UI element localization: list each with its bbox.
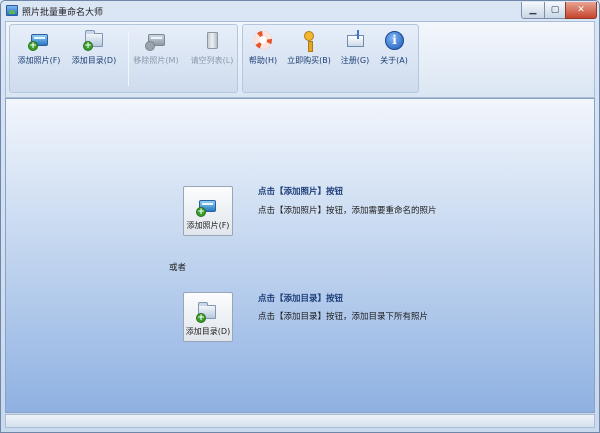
remove-photo-button[interactable]: 移除照片(M) xyxy=(130,29,182,71)
buy-now-button[interactable]: 立即购买(B) xyxy=(285,29,333,71)
mail-icon xyxy=(344,29,366,51)
add-photo-label: 添加照片(F) xyxy=(17,56,61,65)
trash-can-icon xyxy=(201,29,223,51)
minimize-button[interactable]: ▁ xyxy=(521,2,545,19)
app-logo-icon xyxy=(6,5,18,16)
about-label: 关于(A) xyxy=(380,56,408,65)
folder-plus-icon: + xyxy=(83,29,105,51)
help-button[interactable]: 帮助(H) xyxy=(247,29,279,71)
help-label: 帮助(H) xyxy=(248,56,278,65)
add-directory-big-label: 添加目录(D) xyxy=(185,327,231,336)
add-directory-big-button[interactable]: + 添加目录(D) xyxy=(183,292,233,342)
register-button[interactable]: 注册(G) xyxy=(339,29,371,71)
key-icon xyxy=(298,29,320,52)
photo-card-plus-icon: + xyxy=(28,29,50,51)
title-bar[interactable]: 照片批量重命名大师 ▁ ▢ ✕ xyxy=(1,1,599,21)
close-button[interactable]: ✕ xyxy=(565,2,597,19)
remove-photo-label: 移除照片(M) xyxy=(133,56,179,65)
add-photo-hint-description: 点击【添加照片】按钮，添加需要重命名的照片 xyxy=(258,206,437,216)
toolbar-divider xyxy=(128,31,129,86)
add-directory-label: 添加目录(D) xyxy=(71,56,117,65)
add-photo-big-button[interactable]: + 添加照片(F) xyxy=(183,186,233,236)
add-photo-hint-title: 点击【添加照片】按钮 xyxy=(258,187,344,197)
add-directory-hint-title: 点击【添加目录】按钮 xyxy=(258,294,344,304)
clear-list-button[interactable]: 请空列表(L) xyxy=(188,29,236,71)
toolbar: + 添加照片(F) + 添加目录(D) 移除照片(M) 请空列表(L) 帮助(H… xyxy=(5,21,595,98)
help-toolbar-group: 帮助(H) 立即购买(B) 注册(G) i 关于(A) xyxy=(242,24,419,93)
maximize-button[interactable]: ▢ xyxy=(544,2,566,19)
add-directory-button[interactable]: + 添加目录(D) xyxy=(69,29,119,71)
clear-list-label: 请空列表(L) xyxy=(190,56,234,65)
buy-now-label: 立即购买(B) xyxy=(287,56,331,65)
status-bar xyxy=(5,414,595,428)
add-photo-button[interactable]: + 添加照片(F) xyxy=(16,29,62,71)
folder-plus-icon: + xyxy=(196,301,220,323)
photo-card-minus-icon xyxy=(145,29,167,51)
add-photo-big-label: 添加照片(F) xyxy=(186,221,230,230)
register-label: 注册(G) xyxy=(340,56,370,65)
app-window: 照片批量重命名大师 ▁ ▢ ✕ + 添加照片(F) + 添加目录(D) 移除照片… xyxy=(0,0,600,433)
file-toolbar-group: + 添加照片(F) + 添加目录(D) 移除照片(M) 请空列表(L) xyxy=(9,24,238,93)
main-panel: + 添加照片(F) 点击【添加照片】按钮 点击【添加照片】按钮，添加需要重命名的… xyxy=(5,98,595,413)
add-directory-hint-description: 点击【添加目录】按钮，添加目录下所有照片 xyxy=(258,312,429,322)
about-button[interactable]: i 关于(A) xyxy=(377,29,411,71)
window-title: 照片批量重命名大师 xyxy=(22,8,104,18)
photo-card-plus-icon: + xyxy=(196,195,220,217)
or-separator-text: 或者 xyxy=(169,263,187,273)
lifebuoy-icon xyxy=(252,29,274,51)
info-icon: i xyxy=(383,29,405,51)
